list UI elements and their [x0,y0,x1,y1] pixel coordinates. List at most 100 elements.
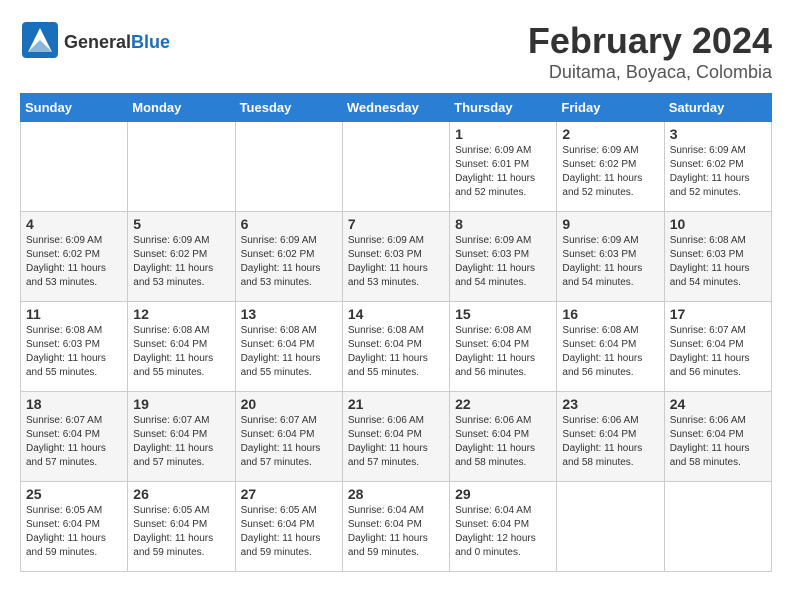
day-info: Sunrise: 6:09 AM Sunset: 6:03 PM Dayligh… [562,234,658,290]
day-number: 21 [348,396,444,412]
day-info: Sunrise: 6:06 AM Sunset: 6:04 PM Dayligh… [455,414,551,470]
day-number: 7 [348,216,444,232]
logo-blue: Blue [131,32,170,52]
day-number: 27 [241,486,337,502]
calendar-cell: 11Sunrise: 6:08 AM Sunset: 6:03 PM Dayli… [21,302,128,392]
calendar-cell: 19 Sunrise: 6:07 AM Sunset: 6:04 PM Dayli… [128,392,235,482]
day-number: 25 [26,486,122,502]
calendar-cell: 18 Sunrise: 6:07 AM Sunset: 6:04 PM Dayli… [21,392,128,482]
day-number: 5 [133,216,229,232]
calendar-cell: 20 Sunrise: 6:07 AM Sunset: 6:04 PM Dayli… [235,392,342,482]
day-number: 3 [670,126,766,142]
calendar-week-row: 11Sunrise: 6:08 AM Sunset: 6:03 PM Dayli… [21,302,772,392]
calendar-cell [664,482,771,572]
day-number: 13 [241,306,337,322]
page-subtitle: Duitama, Boyaca, Colombia [528,62,772,83]
calendar-day-header: Sunday [21,94,128,122]
day-info: Sunrise: 6:06 AM Sunset: 6:04 PM Dayligh… [670,414,766,470]
calendar-cell [235,122,342,212]
calendar-cell: 8Sunrise: 6:09 AM Sunset: 6:03 PM Daylig… [450,212,557,302]
day-info: Sunrise: 6:07 AM Sunset: 6:04 PM Dayligh… [133,414,229,470]
day-number: 23 [562,396,658,412]
calendar-day-header: Monday [128,94,235,122]
day-info: Sunrise: 6:09 AM Sunset: 6:02 PM Dayligh… [562,144,658,200]
day-info: Sunrise: 6:05 AM Sunset: 6:04 PM Dayligh… [241,504,337,560]
calendar-cell: 17Sunrise: 6:07 AM Sunset: 6:04 PM Dayli… [664,302,771,392]
calendar-cell: 26 Sunrise: 6:05 AM Sunset: 6:04 PM Dayli… [128,482,235,572]
calendar-cell: 10 Sunrise: 6:08 AM Sunset: 6:03 PM Dayli… [664,212,771,302]
day-info: Sunrise: 6:07 AM Sunset: 6:04 PM Dayligh… [241,414,337,470]
calendar-cell: 29 Sunrise: 6:04 AM Sunset: 6:04 PM Dayli… [450,482,557,572]
logo: GeneralBlue [20,20,170,65]
calendar-cell: 24 Sunrise: 6:06 AM Sunset: 6:04 PM Dayli… [664,392,771,482]
day-number: 12 [133,306,229,322]
day-info: Sunrise: 6:04 AM Sunset: 6:04 PM Dayligh… [455,504,551,560]
calendar-body: 1Sunrise: 6:09 AM Sunset: 6:01 PM Daylig… [21,122,772,572]
day-number: 15 [455,306,551,322]
calendar-cell: 9 Sunrise: 6:09 AM Sunset: 6:03 PM Daylig… [557,212,664,302]
day-info: Sunrise: 6:08 AM Sunset: 6:03 PM Dayligh… [670,234,766,290]
page-title: February 2024 [528,20,772,62]
day-number: 16 [562,306,658,322]
day-info: Sunrise: 6:07 AM Sunset: 6:04 PM Dayligh… [26,414,122,470]
calendar-cell: 23 Sunrise: 6:06 AM Sunset: 6:04 PM Dayli… [557,392,664,482]
calendar-cell: 3 Sunrise: 6:09 AM Sunset: 6:02 PM Daylig… [664,122,771,212]
day-info: Sunrise: 6:09 AM Sunset: 6:01 PM Dayligh… [455,144,551,200]
calendar-cell: 6Sunrise: 6:09 AM Sunset: 6:02 PM Daylig… [235,212,342,302]
day-info: Sunrise: 6:08 AM Sunset: 6:04 PM Dayligh… [348,324,444,380]
calendar-cell: 27 Sunrise: 6:05 AM Sunset: 6:04 PM Dayli… [235,482,342,572]
calendar-cell: 13 Sunrise: 6:08 AM Sunset: 6:04 PM Dayli… [235,302,342,392]
day-info: Sunrise: 6:07 AM Sunset: 6:04 PM Dayligh… [670,324,766,380]
day-number: 29 [455,486,551,502]
day-number: 24 [670,396,766,412]
calendar-cell [21,122,128,212]
calendar-day-header: Thursday [450,94,557,122]
calendar-cell: 12 Sunrise: 6:08 AM Sunset: 6:04 PM Dayli… [128,302,235,392]
calendar-cell: 1Sunrise: 6:09 AM Sunset: 6:01 PM Daylig… [450,122,557,212]
calendar-cell: 22 Sunrise: 6:06 AM Sunset: 6:04 PM Dayli… [450,392,557,482]
day-number: 2 [562,126,658,142]
title-block: February 2024 Duitama, Boyaca, Colombia [528,20,772,83]
calendar-day-header: Saturday [664,94,771,122]
day-number: 20 [241,396,337,412]
calendar-table: SundayMondayTuesdayWednesdayThursdayFrid… [20,93,772,572]
calendar-week-row: 1Sunrise: 6:09 AM Sunset: 6:01 PM Daylig… [21,122,772,212]
day-info: Sunrise: 6:06 AM Sunset: 6:04 PM Dayligh… [562,414,658,470]
day-number: 18 [26,396,122,412]
calendar-cell: 5Sunrise: 6:09 AM Sunset: 6:02 PM Daylig… [128,212,235,302]
calendar-day-header: Tuesday [235,94,342,122]
day-info: Sunrise: 6:05 AM Sunset: 6:04 PM Dayligh… [133,504,229,560]
day-number: 22 [455,396,551,412]
calendar-cell [128,122,235,212]
day-info: Sunrise: 6:09 AM Sunset: 6:02 PM Dayligh… [670,144,766,200]
logo-general: General [64,32,131,52]
day-info: Sunrise: 6:08 AM Sunset: 6:04 PM Dayligh… [241,324,337,380]
day-number: 4 [26,216,122,232]
calendar-cell: 14 Sunrise: 6:08 AM Sunset: 6:04 PM Dayli… [342,302,449,392]
calendar-day-header: Wednesday [342,94,449,122]
calendar-day-header: Friday [557,94,664,122]
calendar-cell: 25 Sunrise: 6:05 AM Sunset: 6:04 PM Dayli… [21,482,128,572]
day-number: 9 [562,216,658,232]
day-info: Sunrise: 6:08 AM Sunset: 6:04 PM Dayligh… [455,324,551,380]
calendar-week-row: 25 Sunrise: 6:05 AM Sunset: 6:04 PM Dayli… [21,482,772,572]
page-header: GeneralBlue February 2024 Duitama, Boyac… [20,20,772,83]
calendar-cell: 16 Sunrise: 6:08 AM Sunset: 6:04 PM Dayli… [557,302,664,392]
day-number: 19 [133,396,229,412]
day-number: 28 [348,486,444,502]
day-info: Sunrise: 6:09 AM Sunset: 6:02 PM Dayligh… [26,234,122,290]
calendar-cell: 15 Sunrise: 6:08 AM Sunset: 6:04 PM Dayli… [450,302,557,392]
day-number: 10 [670,216,766,232]
calendar-cell: 7Sunrise: 6:09 AM Sunset: 6:03 PM Daylig… [342,212,449,302]
day-info: Sunrise: 6:04 AM Sunset: 6:04 PM Dayligh… [348,504,444,560]
day-info: Sunrise: 6:05 AM Sunset: 6:04 PM Dayligh… [26,504,122,560]
day-info: Sunrise: 6:08 AM Sunset: 6:03 PM Dayligh… [26,324,122,380]
day-number: 26 [133,486,229,502]
day-info: Sunrise: 6:06 AM Sunset: 6:04 PM Dayligh… [348,414,444,470]
calendar-cell [342,122,449,212]
day-info: Sunrise: 6:08 AM Sunset: 6:04 PM Dayligh… [562,324,658,380]
day-number: 14 [348,306,444,322]
day-info: Sunrise: 6:08 AM Sunset: 6:04 PM Dayligh… [133,324,229,380]
calendar-week-row: 4 Sunrise: 6:09 AM Sunset: 6:02 PM Daylig… [21,212,772,302]
calendar-cell: 21 Sunrise: 6:06 AM Sunset: 6:04 PM Dayli… [342,392,449,482]
